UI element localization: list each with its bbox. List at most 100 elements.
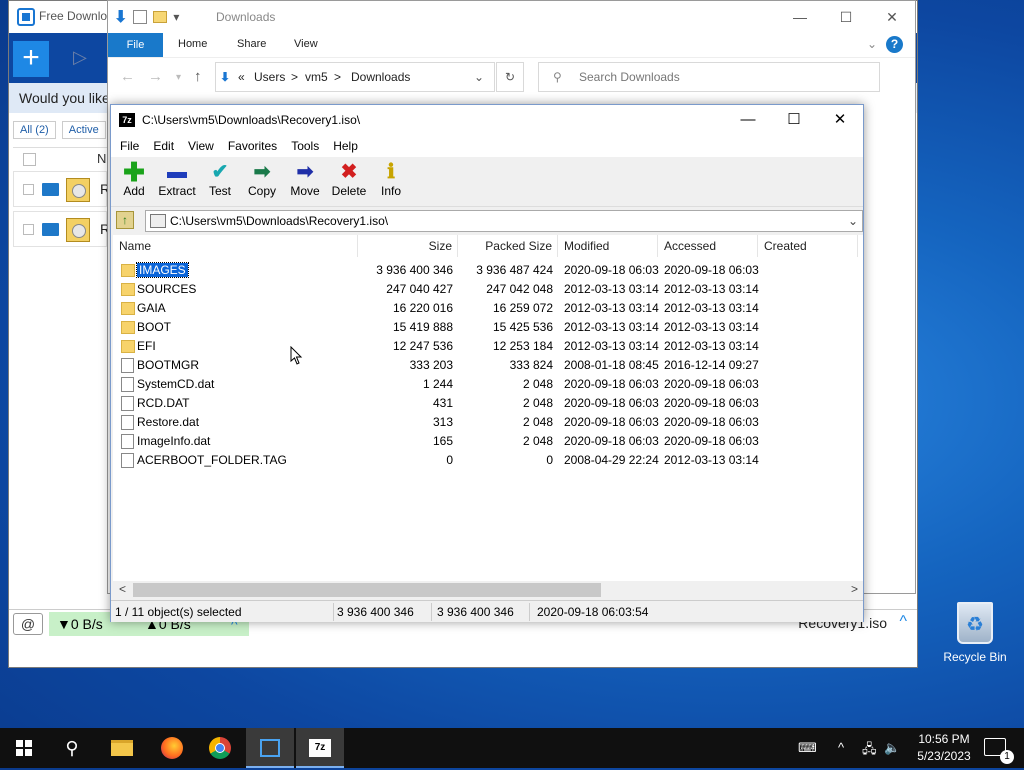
menu-help[interactable]: Help [333,135,358,157]
table-row[interactable]: ImageInfo.dat 165 2 048 2020-09-18 06:03 202… [113,432,863,451]
table-row[interactable]: SystemCD.dat 1 244 2 048 2020-09-18 06:03 20… [113,375,863,394]
fdm-add-button[interactable]: + [13,41,49,77]
copy-button[interactable]: ➡ Copy [247,160,277,198]
table-row[interactable]: IMAGES 3 936 400 346 3 936 487 424 2020-09-… [113,261,863,280]
breadcrumb-users[interactable]: Users [254,70,285,84]
volume-muted-icon[interactable]: 🔈 [884,740,900,756]
col-accessed[interactable]: Accessed [658,235,758,257]
breadcrumb-separator[interactable]: > [334,70,341,84]
tab-view[interactable]: View [294,38,318,50]
search-button[interactable]: ⚲ [48,728,96,768]
chevron-down-icon[interactable]: ⌄ [867,37,877,51]
sevenzip-taskbar-button[interactable]: 7z [296,728,344,768]
menu-file[interactable]: File [120,135,139,157]
col-size[interactable]: Size [358,235,458,257]
snail-mode-icon[interactable]: @ [13,613,43,635]
back-arrow-icon[interactable]: ← [120,68,135,85]
checkbox[interactable] [23,184,34,195]
tab-share[interactable]: Share [237,38,266,50]
cell-packed: 12 253 184 [492,339,553,353]
col-packed-size[interactable]: Packed Size [458,235,558,257]
network-icon[interactable]: 🖧 [862,740,877,762]
table-row[interactable]: BOOTMGR 333 203 333 824 2008-01-18 08:45 201… [113,356,863,375]
minimize-button[interactable]: — [725,105,771,135]
notification-center-icon[interactable]: 1 [984,738,1014,764]
show-hidden-icons-icon[interactable]: ^ [838,740,844,755]
info-button[interactable]: ℹ Info [379,160,403,198]
forward-arrow-icon[interactable]: → [148,68,163,85]
table-row[interactable]: GAIA 16 220 016 16 259 072 2012-03-13 03:14… [113,299,863,318]
keyboard-icon[interactable]: ⌨ [798,740,817,756]
search-input[interactable]: ⚲ Search Downloads [538,62,880,92]
explorer-titlebar[interactable]: ⬇ ▾ Downloads — ☐ ✕ [108,1,915,33]
breadcrumb-overflow[interactable]: « [238,70,245,84]
col-modified[interactable]: Modified [558,235,658,257]
help-icon[interactable]: ? [886,36,903,53]
folder-icon[interactable] [42,223,59,236]
fdm-taskbar-button[interactable] [246,728,294,768]
close-button[interactable]: ✕ [869,1,915,33]
up-folder-icon[interactable]: ↑ [116,211,134,229]
file-explorer-taskbar-button[interactable] [98,728,146,768]
new-folder-icon[interactable] [153,11,168,23]
breadcrumb-vm5[interactable]: vm5 [305,70,328,84]
refresh-button[interactable]: ↻ [496,62,524,92]
menu-favorites[interactable]: Favorites [228,135,277,157]
scroll-right-icon[interactable]: > [851,582,858,596]
tab-file[interactable]: File [108,33,163,57]
breadcrumb-downloads[interactable]: Downloads [351,70,410,84]
col-created[interactable]: Created [758,235,858,257]
folder-icon[interactable] [42,183,59,196]
col-name[interactable]: Name [113,235,358,257]
fdm-download-row[interactable]: R [13,171,110,207]
maximize-button[interactable]: ☐ [771,105,817,135]
start-button[interactable] [0,728,48,768]
table-row[interactable]: ACERBOOT_FOLDER.TAG 0 0 2008-04-29 22:24 201… [113,451,863,470]
chevron-down-icon[interactable]: ⌄ [848,214,858,228]
path-input[interactable]: C:\Users\vm5\Downloads\Recovery1.iso\ ⌄ [145,210,863,232]
tab-home[interactable]: Home [178,38,207,50]
sevenzip-title: C:\Users\vm5\Downloads\Recovery1.iso\ [142,113,361,127]
chevron-down-icon[interactable]: ⌄ [474,70,484,84]
add-button[interactable]: ✚ Add [121,159,147,198]
scroll-left-icon[interactable]: < [119,582,126,596]
properties-icon[interactable] [133,10,148,24]
chrome-taskbar-button[interactable] [196,728,244,768]
customize-dropdown-icon[interactable]: ▾ [173,10,179,24]
file-name: RCD.DAT [137,396,190,410]
fdm-col-name[interactable]: N [97,151,106,166]
menu-edit[interactable]: Edit [153,135,174,157]
extract-button[interactable]: ▬ Extract [157,160,197,198]
fdm-play-icon[interactable]: ▷ [73,47,87,68]
minimize-button[interactable]: — [777,1,823,33]
sevenzip-titlebar[interactable]: 7z C:\Users\vm5\Downloads\Recovery1.iso\… [111,105,863,135]
scroll-thumb[interactable] [133,583,601,597]
up-arrow-icon[interactable]: ↑ [194,68,202,85]
menu-tools[interactable]: Tools [291,135,319,157]
firefox-taskbar-button[interactable] [148,728,196,768]
table-row[interactable]: RCD.DAT 431 2 048 2020-09-18 06:03 2020-09-1… [113,394,863,413]
clock[interactable]: 10:56 PM 5/23/2023 [904,731,984,765]
table-row[interactable]: Restore.dat 313 2 048 2020-09-18 06:03 2020-… [113,413,863,432]
recycle-bin-shortcut[interactable]: Recycle Bin [940,602,1010,664]
fdm-filter-all[interactable]: All (2) [13,121,56,139]
delete-button[interactable]: ✖ Delete [331,160,367,198]
table-row[interactable]: BOOT 15 419 888 15 425 536 2012-03-13 03:14… [113,318,863,337]
fdm-download-row[interactable]: R [13,211,110,247]
test-button[interactable]: ✔ Test [207,160,233,198]
menu-view[interactable]: View [188,135,214,157]
checkbox[interactable] [23,224,34,235]
table-row[interactable]: SOURCES 247 040 427 247 042 048 2012-03-13 … [113,280,863,299]
recent-dropdown-icon[interactable]: ▾ [176,72,181,83]
address-bar[interactable]: ⬇ « Users > vm5 > Downloads ⌄ [215,62,495,92]
maximize-button[interactable]: ☐ [823,1,869,33]
chevron-up-icon[interactable]: ^ [899,613,907,631]
breadcrumb-separator[interactable]: > [291,70,298,84]
move-button[interactable]: ➡ Move [289,160,321,198]
close-button[interactable]: ✕ [817,105,863,135]
cell-size: 12 247 536 [392,339,453,353]
horizontal-scrollbar[interactable]: < > [113,581,863,599]
fdm-filter-active[interactable]: Active [61,121,106,139]
explorer-window-controls: — ☐ ✕ [777,1,915,33]
table-row[interactable]: EFI 12 247 536 12 253 184 2012-03-13 03:14 2… [113,337,863,356]
